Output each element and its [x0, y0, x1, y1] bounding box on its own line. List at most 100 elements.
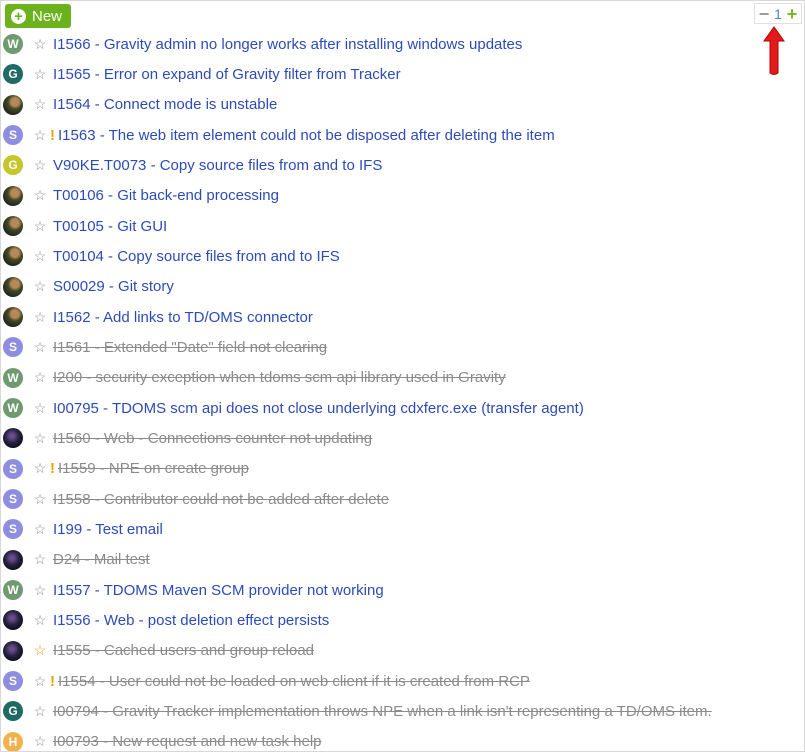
star-icon[interactable]: ☆ — [32, 36, 48, 53]
item-link[interactable]: I1561 - Extended "Date" field not cleari… — [53, 339, 327, 356]
star-icon[interactable]: ☆ — [32, 369, 48, 386]
star-icon[interactable]: ☆ — [32, 127, 48, 144]
star-icon[interactable]: ☆ — [32, 491, 48, 508]
item-link[interactable]: I1554 - User could not be loaded on web … — [58, 673, 530, 690]
star-icon[interactable]: ☆ — [32, 551, 48, 568]
avatar[interactable]: S — [3, 458, 23, 479]
item-link[interactable]: T00105 - Git GUI — [53, 218, 167, 235]
star-icon[interactable]: ☆ — [32, 400, 48, 417]
avatar[interactable] — [3, 185, 23, 206]
list-item: G ☆ V90KE.T0073 - Copy source files from a… — [3, 150, 804, 180]
list-item: H ☆ I00793 - New request and new task help — [3, 727, 804, 751]
item-link[interactable]: I200 - security exception when tdoms scm… — [53, 369, 506, 386]
item-link[interactable]: I1562 - Add links to TD/OMS connector — [53, 309, 313, 326]
star-icon[interactable]: ☆ — [32, 248, 48, 265]
avatar[interactable] — [3, 428, 23, 449]
item-list: W ☆ I1566 - Gravity admin no longer works … — [3, 29, 804, 751]
list-item: ☆ I1562 - Add links to TD/OMS connector — [3, 302, 804, 332]
star-icon[interactable]: ☆ — [32, 66, 48, 83]
star-icon[interactable]: ☆ — [32, 460, 48, 477]
item-link[interactable]: I1555 - Cached users and group reload — [53, 642, 314, 659]
list-item: S ☆! I1554 - User could not be loaded on w… — [3, 666, 804, 696]
avatar[interactable]: G — [3, 155, 23, 176]
avatar[interactable] — [3, 216, 23, 237]
avatar[interactable]: W — [3, 580, 23, 601]
star-icon[interactable]: ☆ — [32, 521, 48, 538]
star-icon[interactable]: ☆ — [32, 96, 48, 113]
list-item: ☆ I1556 - Web - post deletion effect pers… — [3, 605, 804, 635]
increase-button[interactable]: + — [786, 5, 798, 23]
decrease-button[interactable]: − — [758, 5, 770, 23]
avatar[interactable] — [3, 94, 23, 115]
star-icon[interactable]: ☆ — [32, 187, 48, 204]
list-item: S ☆ I1558 - Contributor could not be added… — [3, 484, 804, 514]
priority-icon: ! — [50, 672, 55, 690]
list-item: S ☆ I1561 - Extended "Date" field not clea… — [3, 332, 804, 362]
list-item: W ☆ I1557 - TDOMS Maven SCM provider not w… — [3, 575, 804, 605]
star-icon[interactable]: ☆ — [32, 733, 48, 750]
avatar[interactable]: S — [3, 337, 23, 358]
avatar[interactable] — [3, 246, 23, 267]
avatar[interactable] — [3, 610, 23, 631]
avatar[interactable]: S — [3, 519, 23, 540]
priority-icon: ! — [50, 460, 55, 478]
item-link[interactable]: I00793 - New request and new task help — [53, 733, 322, 750]
item-link[interactable]: T00106 - Git back-end processing — [53, 187, 279, 204]
new-button[interactable]: + New — [5, 4, 72, 28]
avatar[interactable] — [3, 549, 23, 570]
list-item: W ☆ I00795 - TDOMS scm api does not close … — [3, 393, 804, 423]
star-icon[interactable]: ☆ — [32, 309, 48, 326]
star-icon[interactable]: ☆ — [32, 612, 48, 629]
star-icon[interactable]: ☆ — [32, 218, 48, 235]
list-item: ☆ T00106 - Git back-end processing — [3, 181, 804, 211]
list-item: G ☆ I00794 - Gravity Tracker implementatio… — [3, 696, 804, 726]
avatar[interactable]: S — [3, 671, 23, 692]
list-item: W ☆ I200 - security exception when tdoms s… — [3, 363, 804, 393]
list-item: W ☆ I1566 - Gravity admin no longer works … — [3, 29, 804, 59]
list-item: ☆ T00105 - Git GUI — [3, 211, 804, 241]
star-icon[interactable]: ☆ — [32, 582, 48, 599]
star-icon[interactable]: ☆ — [32, 430, 48, 447]
item-link[interactable]: I1564 - Connect mode is unstable — [53, 96, 277, 113]
item-link[interactable]: V90KE.T0073 - Copy source files from and… — [53, 157, 382, 174]
avatar[interactable]: S — [3, 125, 23, 146]
star-icon[interactable]: ☆ — [32, 703, 48, 720]
avatar[interactable] — [3, 640, 23, 661]
list-item: ☆ I1555 - Cached users and group reload — [3, 636, 804, 666]
item-link[interactable]: I1557 - TDOMS Maven SCM provider not wor… — [53, 582, 384, 599]
avatar[interactable] — [3, 307, 23, 328]
new-button-label: New — [32, 7, 63, 25]
avatar[interactable]: G — [3, 701, 23, 722]
item-link[interactable]: I00795 - TDOMS scm api does not close un… — [53, 400, 584, 417]
item-link[interactable]: T00104 - Copy source files from and to I… — [53, 248, 340, 265]
list-item: ☆ T00104 - Copy source files from and to … — [3, 241, 804, 271]
avatar[interactable] — [3, 276, 23, 297]
avatar[interactable]: G — [3, 64, 23, 85]
avatar[interactable]: W — [3, 398, 23, 419]
star-icon[interactable]: ☆ — [32, 642, 48, 659]
avatar[interactable]: W — [3, 34, 23, 55]
item-link[interactable]: I1556 - Web - post deletion effect persi… — [53, 612, 329, 629]
item-link[interactable]: I1559 - NPE on create group — [58, 460, 249, 477]
list-item: S ☆! I1563 - The web item element could no… — [3, 120, 804, 150]
star-icon[interactable]: ☆ — [32, 673, 48, 690]
item-link[interactable]: I1563 - The web item element could not b… — [58, 127, 555, 144]
star-icon[interactable]: ☆ — [32, 339, 48, 356]
item-link[interactable]: I1565 - Error on expand of Gravity filte… — [53, 66, 401, 83]
avatar[interactable]: S — [3, 489, 23, 510]
item-link[interactable]: I1560 - Web - Connections counter not up… — [53, 430, 372, 447]
priority-icon: ! — [50, 126, 55, 144]
list-item: ☆ I1560 - Web - Connections counter not u… — [3, 423, 804, 453]
star-icon[interactable]: ☆ — [32, 278, 48, 295]
zoom-control: − 1 + — [754, 3, 802, 24]
star-icon[interactable]: ☆ — [32, 157, 48, 174]
item-link[interactable]: I199 - Test email — [53, 521, 163, 538]
list-item: ☆ S00029 - Git story — [3, 272, 804, 302]
item-link[interactable]: D24 - Mail test — [53, 551, 150, 568]
avatar[interactable]: W — [3, 367, 23, 388]
item-link[interactable]: S00029 - Git story — [53, 278, 174, 295]
item-link[interactable]: I1558 - Contributor could not be added a… — [53, 491, 389, 508]
item-link[interactable]: I1566 - Gravity admin no longer works af… — [53, 36, 522, 53]
item-link[interactable]: I00794 - Gravity Tracker implementation … — [53, 703, 712, 720]
avatar[interactable]: H — [3, 731, 23, 751]
